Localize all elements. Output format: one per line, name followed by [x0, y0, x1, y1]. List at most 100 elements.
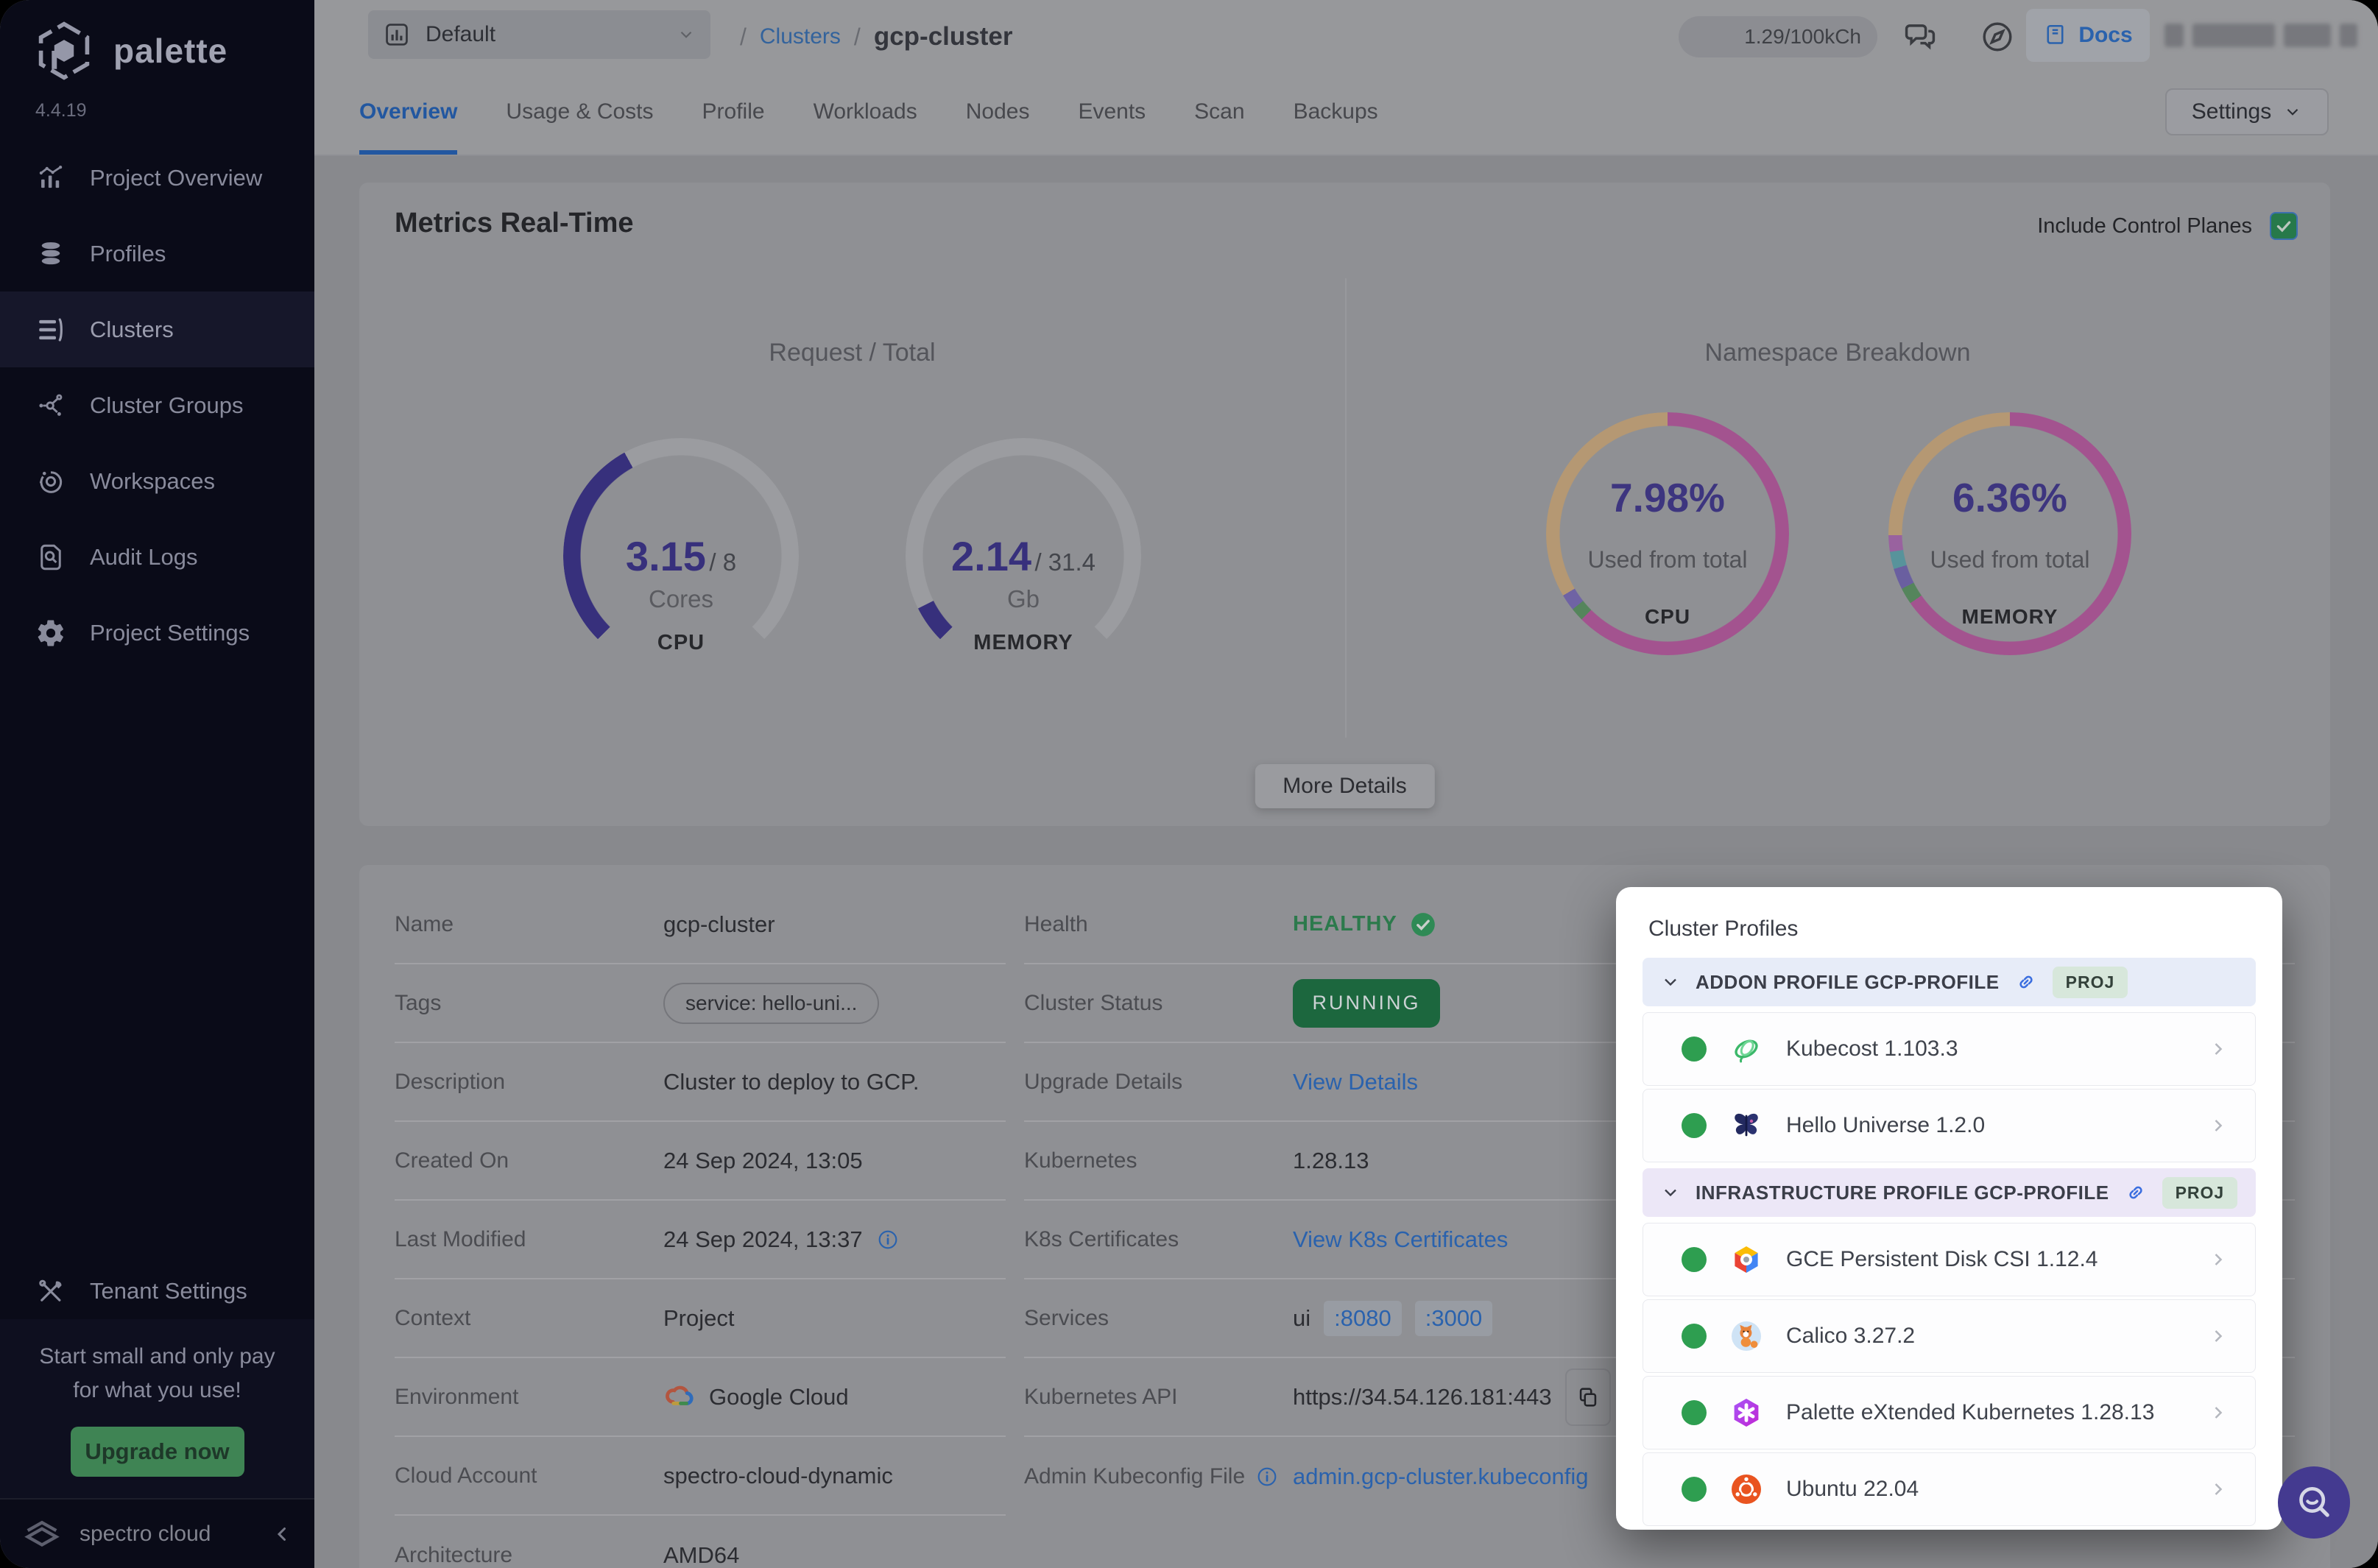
- copy-api-button[interactable]: [1564, 1368, 1611, 1426]
- service-name: ui: [1293, 1304, 1311, 1331]
- server-list-icon: [39, 317, 63, 342]
- layers-icon: [41, 241, 60, 264]
- sidebar-item-label: Clusters: [90, 316, 174, 342]
- view-k8s-certificates-link[interactable]: View K8s Certificates: [1293, 1226, 1508, 1253]
- infrastructure-profile-section-header[interactable]: INFRASTRUCTURE PROFILE GCP-PROFILE PROJ: [1643, 1168, 2256, 1217]
- sidebar-footer: spectro cloud: [0, 1498, 314, 1568]
- health-status-value: HEALTHY: [1293, 912, 1397, 936]
- gce-disk-icon: [1735, 1246, 1758, 1273]
- service-port-link[interactable]: :8080: [1324, 1300, 1402, 1336]
- chevron-right-icon: [2215, 1120, 2223, 1131]
- infrastructure-profile-title: INFRASTRUCTURE PROFILE GCP-PROFILE: [1696, 1181, 2109, 1204]
- docs-button[interactable]: Docs: [2026, 9, 2150, 62]
- detail-label: Last Modified: [395, 1226, 526, 1251]
- include-control-planes-checkbox[interactable]: [2270, 212, 2298, 240]
- sidebar-item-label: Workspaces: [90, 467, 215, 494]
- tag-pill[interactable]: service: hello-uni...: [663, 982, 880, 1024]
- sidebar-item-clusters[interactable]: Clusters: [0, 292, 314, 367]
- cluster-name-value: gcp-cluster: [663, 911, 775, 937]
- tab-overview[interactable]: Overview: [359, 74, 458, 155]
- sidebar-item-workspaces[interactable]: Workspaces: [0, 443, 314, 519]
- network-icon: [39, 394, 63, 416]
- breadcrumb-separator: /: [740, 23, 747, 50]
- tab-usage-costs[interactable]: Usage & Costs: [506, 74, 653, 155]
- help-search-fab[interactable]: [2278, 1466, 2350, 1539]
- view-details-link[interactable]: View Details: [1293, 1069, 1418, 1095]
- service-port-link[interactable]: :3000: [1414, 1300, 1493, 1336]
- architecture-value: AMD64: [663, 1541, 740, 1568]
- cpu-gauge: 3.15 / 8 Cores CPU: [563, 438, 799, 674]
- sidebar-item-profiles[interactable]: Profiles: [0, 216, 314, 292]
- compass-icon[interactable]: [1978, 18, 2017, 56]
- tab-events[interactable]: Events: [1078, 74, 1146, 155]
- detail-label: Health: [1024, 911, 1088, 936]
- app-version: 4.4.19: [35, 100, 87, 121]
- sidebar-item-audit-logs[interactable]: Audit Logs: [0, 519, 314, 595]
- profile-row-calico[interactable]: Calico 3.27.2: [1643, 1299, 2256, 1373]
- orbit-icon: [39, 470, 63, 493]
- detail-label: Cloud Account: [395, 1463, 537, 1488]
- sidebar-item-project-overview[interactable]: Project Overview: [0, 140, 314, 216]
- cluster-status-badge: RUNNING: [1293, 978, 1440, 1028]
- profile-row-palette-extended-kubernetes[interactable]: Palette eXtended Kubernetes 1.28.13: [1643, 1376, 2256, 1449]
- profile-row-hello-universe[interactable]: Hello Universe 1.2.0: [1643, 1089, 2256, 1162]
- promo-text-line2: for what you use!: [73, 1378, 241, 1402]
- detail-label: Environment: [395, 1384, 519, 1409]
- details-left-column: Name gcp-cluster Tags service: hello-uni…: [395, 886, 1006, 1568]
- sidebar-item-cluster-groups[interactable]: Cluster Groups: [0, 367, 314, 443]
- project-selector[interactable]: Default: [368, 10, 710, 59]
- breadcrumb-clusters-link[interactable]: Clusters: [760, 24, 841, 49]
- tab-scan[interactable]: Scan: [1194, 74, 1244, 155]
- sidebar-item-label: Project Overview: [90, 164, 263, 191]
- redacted-user-info: [2164, 24, 2357, 47]
- tab-workloads[interactable]: Workloads: [814, 74, 917, 155]
- app-name: palette: [113, 32, 228, 70]
- settings-button-label: Settings: [2191, 99, 2272, 124]
- google-cloud-icon: [666, 1385, 694, 1405]
- chat-icon[interactable]: [1901, 18, 1939, 56]
- kubernetes-version-value: 1.28.13: [1293, 1147, 1369, 1173]
- sidebar-item-tenant-settings[interactable]: Tenant Settings: [0, 1253, 314, 1329]
- settings-button[interactable]: Settings: [2165, 88, 2329, 135]
- addon-profile-section-header[interactable]: ADDON PROFILE GCP-PROFILE PROJ: [1643, 958, 2256, 1006]
- usage-quota-value: 1.29/100kCh: [1744, 25, 1861, 48]
- detail-label: Cluster Status: [1024, 990, 1163, 1015]
- chevron-right-icon: [2215, 1043, 2223, 1055]
- chevron-right-icon: [2215, 1254, 2223, 1265]
- app-header: Default / Clusters / gcp-cluster 1.29/10…: [314, 0, 2378, 156]
- profile-row-ubuntu[interactable]: Ubuntu 22.04: [1643, 1452, 2256, 1526]
- kubeconfig-file-link[interactable]: admin.gcp-cluster.kubeconfig: [1293, 1463, 1589, 1490]
- upgrade-now-button[interactable]: Upgrade now: [70, 1427, 244, 1477]
- collapse-sidebar-icon[interactable]: [272, 1523, 294, 1545]
- profile-row-kubecost[interactable]: Kubecost 1.103.3: [1643, 1012, 2256, 1086]
- ubuntu-icon: [1732, 1475, 1761, 1504]
- chevron-down-icon: [680, 31, 692, 38]
- detail-label: K8s Certificates: [1024, 1226, 1179, 1251]
- mini-chart-icon: [386, 24, 408, 46]
- more-details-button[interactable]: More Details: [1255, 764, 1435, 808]
- pxk-icon: [1734, 1399, 1759, 1427]
- sidebar-item-project-settings[interactable]: Project Settings: [0, 595, 314, 671]
- memory-gauge: 2.14 / 31.4 Gb MEMORY: [906, 438, 1141, 674]
- detail-row-created-on: Created On 24 Sep 2024, 13:05: [395, 1122, 1006, 1201]
- hello-universe-icon: [1735, 1113, 1758, 1137]
- tab-backups[interactable]: Backups: [1294, 74, 1378, 155]
- cpu-used-subtext: Used from total: [1587, 546, 1748, 573]
- proj-badge: PROJ: [2052, 966, 2128, 998]
- sidebar-nav: Project Overview Profiles Clusters Clust…: [0, 140, 314, 671]
- tab-nodes[interactable]: Nodes: [966, 74, 1030, 155]
- detail-label: Architecture: [395, 1542, 513, 1567]
- info-icon[interactable]: [876, 1228, 900, 1251]
- link-icon[interactable]: [2014, 970, 2038, 994]
- profile-row-gce-disk[interactable]: GCE Persistent Disk CSI 1.12.4: [1643, 1223, 2256, 1296]
- tab-profile[interactable]: Profile: [702, 74, 765, 155]
- detail-label: Tags: [395, 990, 442, 1015]
- link-icon[interactable]: [2124, 1181, 2148, 1204]
- sidebar-item-label: Audit Logs: [90, 543, 198, 570]
- brand-name: spectro cloud: [80, 1521, 211, 1546]
- detail-label: Created On: [395, 1148, 509, 1173]
- upgrade-promo: Start small and only pay for what you us…: [0, 1319, 314, 1498]
- chevron-right-icon: [2215, 1483, 2223, 1495]
- info-icon[interactable]: [1255, 1465, 1279, 1488]
- chevron-down-icon: [2287, 108, 2298, 116]
